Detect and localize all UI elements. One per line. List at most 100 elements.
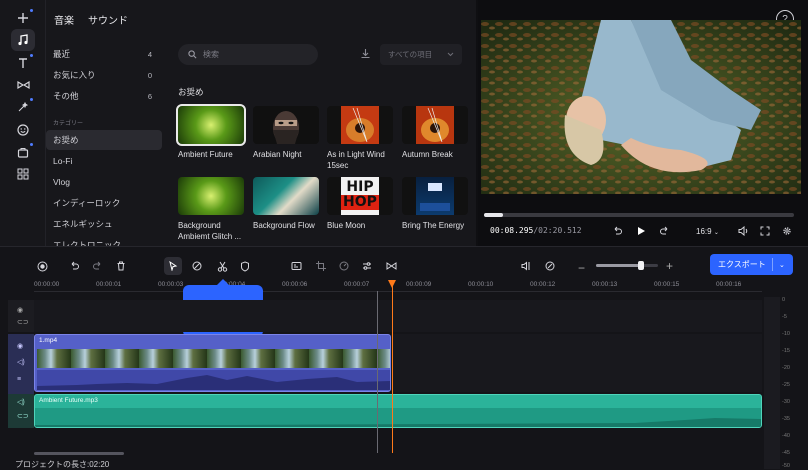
- volume-icon[interactable]: [738, 226, 749, 236]
- preview-panel: ? 00:08.295/02:20.512 16:9 ⌄: [478, 0, 808, 246]
- tab-music[interactable]: 音楽: [54, 12, 74, 27]
- zoom-in-icon[interactable]: +: [666, 259, 673, 273]
- link-icon[interactable]: ⊂⊃: [17, 318, 29, 326]
- genre-vlog[interactable]: Vlog: [46, 172, 162, 192]
- chevron-down-icon: [447, 52, 454, 57]
- tab-sound[interactable]: サウンド: [88, 12, 128, 27]
- undo-icon[interactable]: [65, 257, 83, 275]
- redo-icon[interactable]: [89, 257, 107, 275]
- card-title: Arabian Night: [253, 150, 302, 159]
- delete-icon[interactable]: [112, 257, 130, 275]
- genre-recommended[interactable]: お奨め: [46, 130, 162, 150]
- zoom-out-icon[interactable]: −: [578, 261, 585, 275]
- adjust-icon[interactable]: [358, 257, 376, 275]
- download-icon[interactable]: [360, 48, 371, 59]
- split-audio-icon[interactable]: [517, 257, 535, 275]
- track-header-video: ◉ ◁) ≡: [8, 334, 34, 394]
- tick-label: 00:00:10: [468, 281, 494, 288]
- volume-icon[interactable]: ◁): [17, 398, 25, 406]
- fullscreen-icon[interactable]: [760, 226, 770, 236]
- redo-frame-icon[interactable]: [660, 226, 670, 236]
- magic-icon[interactable]: [541, 257, 559, 275]
- search-input[interactable]: 検索: [178, 44, 318, 65]
- adjust-icon[interactable]: ≡: [17, 376, 21, 383]
- card-title: Bring The Energy: [402, 221, 465, 230]
- thumbnail: [253, 106, 319, 144]
- video-clip-name: 1.mp4: [39, 337, 58, 344]
- music-card[interactable]: Autumn Break: [402, 106, 468, 160]
- music-card[interactable]: Background Flow: [253, 177, 319, 231]
- category-recent[interactable]: 最近 4: [46, 44, 162, 64]
- audio-clip[interactable]: Ambient Future.mp3: [34, 394, 762, 428]
- meter-label: -35: [782, 416, 790, 422]
- empty-track[interactable]: [34, 300, 762, 332]
- genre-lofi[interactable]: Lo-Fi: [46, 151, 162, 171]
- tooltip-arrow: [217, 279, 229, 285]
- music-card[interactable]: Ambient Future: [176, 104, 246, 160]
- eye-icon[interactable]: ◉: [17, 342, 23, 350]
- element-icon[interactable]: [11, 141, 35, 163]
- crop-icon[interactable]: [312, 257, 330, 275]
- text-icon[interactable]: [11, 52, 35, 74]
- thumbnail: [253, 177, 319, 215]
- play-icon[interactable]: [636, 226, 646, 236]
- sticker-icon[interactable]: [11, 119, 35, 141]
- effects-icon[interactable]: [11, 96, 35, 118]
- add-icon[interactable]: [11, 7, 35, 29]
- caption-icon[interactable]: [287, 257, 305, 275]
- category-list: 最近 4 お気に入り 0 その他 6 カテゴリー お奨め Lo-Fi Vlog インデ…: [46, 44, 166, 247]
- thumbnail: [178, 177, 244, 215]
- card-title: Blue Moon: [327, 221, 366, 230]
- volume-icon[interactable]: ◁): [17, 358, 25, 366]
- music-card[interactable]: As in Light Wind 15sec: [327, 106, 393, 171]
- tick-label: 00:00:16: [716, 281, 742, 288]
- audio-waveform: [35, 408, 761, 427]
- zoom-thumb[interactable]: [638, 261, 644, 270]
- aspect-ratio-select[interactable]: 16:9 ⌄: [696, 227, 719, 236]
- tick-label: 00:00:13: [592, 281, 618, 288]
- category-favorites[interactable]: お気に入り 0: [46, 65, 162, 85]
- meter-label: 0: [782, 297, 786, 303]
- playhead[interactable]: [392, 283, 393, 453]
- record-icon[interactable]: [33, 257, 51, 275]
- link-icon[interactable]: ⊂⊃: [17, 412, 29, 420]
- template-icon[interactable]: [11, 163, 35, 185]
- horizontal-scrollbar[interactable]: [34, 452, 124, 455]
- select-pointer-icon[interactable]: [164, 257, 182, 275]
- section-title: お奨め: [178, 87, 204, 97]
- eye-icon[interactable]: ◉: [17, 306, 23, 314]
- tick-label: 00:00:01: [96, 281, 122, 288]
- tick-label: 00:00:00: [34, 281, 60, 288]
- thumbnail: HIP HOP: [327, 177, 393, 215]
- video-clip[interactable]: 1.mp4: [34, 334, 391, 392]
- playhead-handle[interactable]: [388, 280, 396, 288]
- category-other[interactable]: その他 6: [46, 86, 162, 106]
- genre-indie-rock[interactable]: インディーロック: [46, 193, 162, 213]
- zoom-slider[interactable]: [596, 261, 658, 270]
- tick-label: 00:00:06: [282, 281, 308, 288]
- undo-frame-icon[interactable]: [612, 226, 622, 236]
- music-card[interactable]: Bring The Energy: [402, 177, 468, 231]
- seek-bar[interactable]: [484, 213, 794, 217]
- speed-icon[interactable]: [335, 257, 353, 275]
- music-card[interactable]: Arabian Night: [253, 106, 319, 160]
- settings-icon[interactable]: [782, 226, 792, 236]
- transition-icon[interactable]: [11, 74, 35, 96]
- time-readout: 00:08.295/02:20.512: [490, 226, 582, 235]
- music-note-icon[interactable]: [11, 29, 35, 51]
- filter-select[interactable]: すべての項目: [380, 44, 462, 65]
- thumbnail: [327, 106, 393, 144]
- section-label: カテゴリー: [53, 121, 84, 127]
- ruler-line: [34, 291, 762, 292]
- meter-label: -25: [782, 382, 790, 388]
- music-card[interactable]: HIP HOP Blue Moon: [327, 177, 393, 231]
- export-button[interactable]: エクスポート ⌄: [710, 254, 793, 275]
- shield-icon[interactable]: [236, 257, 254, 275]
- genre-energetic[interactable]: エネルギッシュ: [46, 214, 162, 234]
- music-card[interactable]: Background Ambiemt Glitch ...: [178, 177, 244, 242]
- meter-label: -20: [782, 365, 790, 371]
- transition-icon[interactable]: [382, 257, 400, 275]
- scissors-icon[interactable]: [213, 257, 231, 275]
- chevron-down-icon[interactable]: ⌄: [773, 261, 785, 269]
- slip-icon[interactable]: [188, 257, 206, 275]
